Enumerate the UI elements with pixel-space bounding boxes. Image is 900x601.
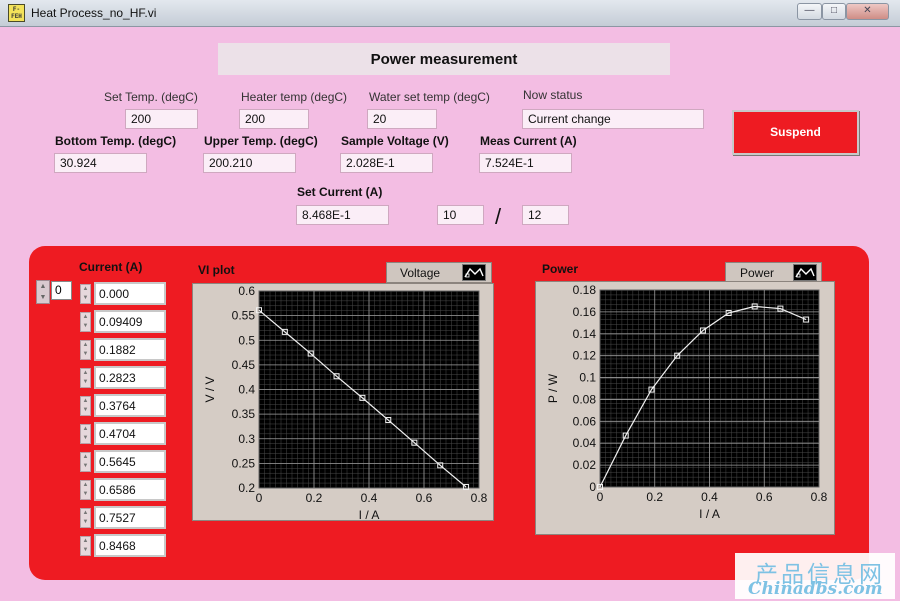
vi-plot-legend-label: Voltage	[400, 266, 441, 280]
y-tick-label: 0.02	[573, 458, 597, 472]
element-spinner[interactable]: ▲ ▼	[80, 340, 91, 360]
current-value-cell[interactable]: 0.5645	[94, 450, 166, 473]
current-value-cell[interactable]: 0.3764	[94, 394, 166, 417]
vi-plot-title: VI plot	[198, 263, 235, 277]
x-axis-label: I / A	[699, 507, 720, 521]
power-plot-legend-label: Power	[740, 266, 775, 280]
set-current-field: 8.468E-1	[296, 205, 389, 225]
y-tick-label: 0.12	[573, 349, 597, 363]
current-value-cell[interactable]: 0.09409	[94, 310, 166, 333]
upper-temp-field: 200.210	[203, 153, 296, 173]
watermark-url-text: Chinadbs.com	[748, 579, 883, 599]
x-tick-label: 0.4	[701, 490, 718, 504]
x-tick-label: 0.6	[756, 490, 773, 504]
meas-current-label: Meas Current (A)	[480, 134, 577, 148]
suspend-button[interactable]: Suspend	[732, 110, 859, 155]
bottom-temp-label: Bottom Temp. (degC)	[55, 134, 177, 148]
y-tick-label: 0.45	[232, 358, 256, 372]
step-separator: /	[495, 204, 502, 229]
y-tick-label: 0.25	[232, 456, 256, 470]
set-temp-label: Set Temp. (degC)	[104, 90, 198, 104]
current-value-cell[interactable]: 0.1882	[94, 338, 166, 361]
x-tick-label: 0.2	[646, 490, 663, 504]
x-tick-label: 0.2	[306, 491, 323, 505]
current-value-cell[interactable]: 0.4704	[94, 422, 166, 445]
element-spinner[interactable]: ▲ ▼	[80, 396, 91, 416]
current-value-cell[interactable]: 0.2823	[94, 366, 166, 389]
meas-current-field: 7.524E-1	[479, 153, 572, 173]
bottom-temp-field: 30.924	[54, 153, 147, 173]
app-icon: F- FEH	[8, 4, 25, 22]
y-tick-label: 0.06	[573, 414, 597, 428]
current-array-label: Current (A)	[79, 260, 143, 274]
now-status-field: Current change	[522, 109, 704, 129]
y-tick-label: 0	[589, 480, 596, 494]
element-spinner[interactable]: ▲ ▼	[80, 424, 91, 444]
x-tick-label: 0.8	[811, 490, 828, 504]
power-plot-title: Power	[542, 262, 579, 276]
x-axis-label: I / A	[359, 508, 380, 521]
y-tick-label: 0.3	[238, 432, 255, 446]
total-steps-field: 12	[522, 205, 569, 225]
y-tick-label: 0.1	[579, 371, 596, 385]
current-value-cell[interactable]: 0.6586	[94, 478, 166, 501]
element-spinner[interactable]: ▲ ▼	[80, 312, 91, 332]
element-spinner[interactable]: ▲ ▼	[80, 368, 91, 388]
window-titlebar: F- FEH Heat Process_no_HF.vi — □ ✕	[0, 0, 900, 27]
maximize-button[interactable]: □	[822, 3, 846, 20]
window-title: Heat Process_no_HF.vi	[31, 6, 157, 20]
y-tick-label: 0.18	[573, 283, 597, 297]
x-tick-label: 0.4	[361, 491, 378, 505]
x-tick-label: 0.6	[416, 491, 433, 505]
element-spinner[interactable]: ▲ ▼	[80, 452, 91, 472]
sample-voltage-label: Sample Voltage (V)	[341, 134, 449, 148]
vi-plot-legend[interactable]: Voltage	[386, 262, 492, 283]
power-plot-legend[interactable]: Power	[725, 262, 822, 283]
element-spinner[interactable]: ▲ ▼	[80, 536, 91, 556]
array-index-field[interactable]: 0	[51, 281, 72, 300]
current-value-cell[interactable]: 0.000	[94, 282, 166, 305]
element-spinner[interactable]: ▲ ▼	[80, 284, 91, 304]
set-current-label: Set Current (A)	[297, 185, 383, 199]
x-tick-label: 0	[256, 491, 263, 505]
y-tick-label: 0.5	[238, 333, 255, 347]
minimize-button[interactable]: —	[797, 3, 822, 20]
y-axis-label: V / V	[203, 376, 217, 402]
current-value-cell[interactable]: 0.7527	[94, 506, 166, 529]
step-field: 10	[437, 205, 484, 225]
power-plot-chart[interactable]: 0 0.2 0.4 0.6 0.8 0 0.02 0.04 0.06 0.08 0.1 0.12 0.1…	[535, 281, 835, 535]
y-axis-label: P / W	[546, 373, 560, 403]
water-temp-field[interactable]: 20	[367, 109, 437, 129]
current-value-cell[interactable]: 0.8468	[94, 534, 166, 557]
sample-voltage-field: 2.028E-1	[340, 153, 433, 173]
x-tick-label: 0	[597, 490, 604, 504]
page-title: Power measurement	[370, 51, 518, 68]
close-button[interactable]: ✕	[846, 3, 889, 20]
y-tick-label: 0.2	[238, 481, 255, 495]
heater-temp-label: Heater temp (degC)	[241, 90, 348, 104]
element-spinner[interactable]: ▲ ▼	[80, 480, 91, 500]
upper-temp-label: Upper Temp. (degC)	[204, 134, 318, 148]
y-tick-label: 0.35	[232, 407, 256, 421]
array-index-spinner[interactable]: ▲ ▼	[36, 280, 50, 304]
y-tick-label: 0.08	[573, 392, 597, 406]
y-tick-label: 0.6	[238, 284, 255, 298]
y-tick-label: 0.14	[573, 327, 597, 341]
line-plot-icon	[793, 264, 817, 281]
y-tick-label: 0.55	[232, 309, 256, 323]
now-status-label: Now status	[523, 88, 583, 102]
vi-plot-chart[interactable]: 0 0.2 0.4 0.6 0.80.20.250.30.350.40.450.50.5…	[192, 283, 494, 521]
y-tick-label: 0.4	[238, 383, 255, 397]
element-spinner[interactable]: ▲ ▼	[80, 508, 91, 528]
heater-temp-field[interactable]: 200	[239, 109, 309, 129]
water-temp-label: Water set temp (degC)	[369, 90, 490, 104]
set-temp-field[interactable]: 200	[125, 109, 198, 129]
y-tick-label: 0.04	[573, 436, 597, 450]
y-tick-label: 0.16	[573, 305, 597, 319]
line-plot-icon	[462, 264, 486, 281]
x-tick-label: 0.8	[471, 491, 488, 505]
